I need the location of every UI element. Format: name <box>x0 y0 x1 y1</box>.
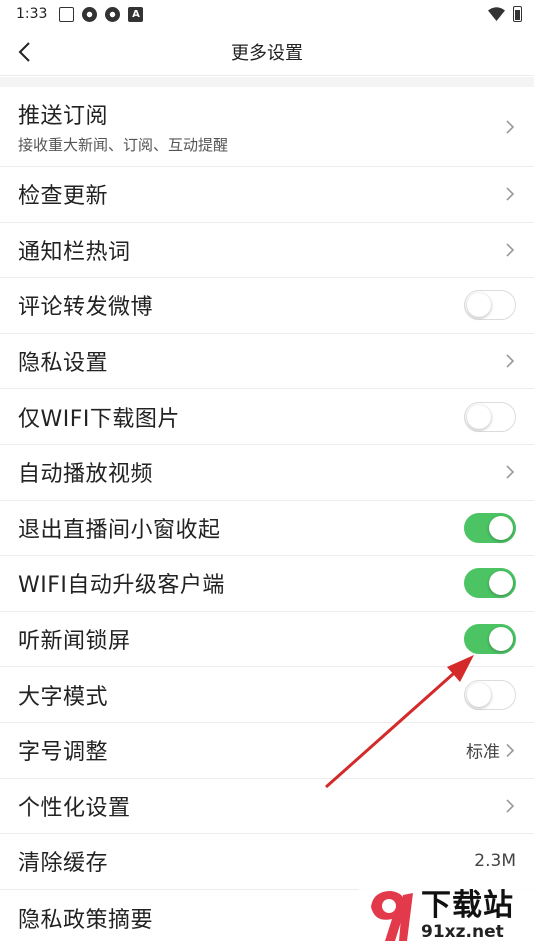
chevron-left-icon <box>18 42 30 62</box>
toggle-knob <box>467 682 491 707</box>
toggle-switch[interactable] <box>464 568 516 599</box>
setting-autoplay-video[interactable]: 自动播放视频 <box>0 445 534 501</box>
setting-label: 退出直播间小窗收起 <box>18 517 221 543</box>
letter-a-icon: A <box>128 6 144 22</box>
setting-label: 隐私政策摘要 <box>18 907 154 933</box>
grid-icon <box>59 6 75 22</box>
setting-value: 标准 <box>466 742 500 763</box>
setting-label: 检查更新 <box>18 184 109 210</box>
setting-check-update[interactable]: 检查更新 <box>0 167 534 223</box>
chevron-right-icon <box>506 799 515 813</box>
page-title: 更多设置 <box>231 42 303 64</box>
setting-label: 字号调整 <box>18 740 109 766</box>
chevron-right-icon <box>506 743 515 757</box>
setting-label: 通知栏热词 <box>18 239 131 265</box>
status-bar: 1:33 A <box>0 0 534 28</box>
setting-label: 仅WIFI下载图片 <box>18 406 180 432</box>
toggle-knob <box>489 515 513 540</box>
watermark: 下载站 91xz.net <box>359 882 534 950</box>
status-time: 1:33 <box>16 6 48 22</box>
setting-comment-weibo: 评论转发微博 <box>0 278 534 334</box>
setting-notification-hotwords[interactable]: 通知栏热词 <box>0 223 534 279</box>
cache-size-value: 2.3M <box>474 851 516 872</box>
clover-icon <box>105 6 121 22</box>
row-control <box>504 241 516 259</box>
chevron-right-icon <box>506 243 515 257</box>
chevron-right-icon <box>506 465 515 479</box>
watermark-url: 91xz.net <box>421 922 514 942</box>
row-control <box>464 401 516 432</box>
setting-label: 清除缓存 <box>18 851 109 877</box>
battery-icon <box>513 6 522 22</box>
setting-font-size[interactable]: 字号调整 标准 <box>0 723 534 779</box>
status-system-icons <box>488 6 522 22</box>
chevron-right-icon <box>506 354 515 368</box>
watermark-text: 下载站 91xz.net <box>421 890 514 942</box>
watermark-logo-icon <box>371 891 413 941</box>
toggle-knob <box>467 293 491 318</box>
setting-label: 听新闻锁屏 <box>18 629 131 655</box>
chevron-right-icon <box>506 187 515 201</box>
row-control <box>504 352 516 370</box>
setting-wifi-auto-upgrade: WIFI自动升级客户端 <box>0 556 534 612</box>
row-control <box>464 290 516 321</box>
toggle-knob <box>489 627 513 652</box>
toggle-switch[interactable] <box>464 512 516 543</box>
setting-personalization[interactable]: 个性化设置 <box>0 779 534 835</box>
row-control <box>464 624 516 655</box>
setting-listen-lockscreen: 听新闻锁屏 <box>0 612 534 668</box>
watermark-cn: 下载站 <box>421 888 514 923</box>
row-control: 标准 <box>466 738 516 763</box>
setting-label: 大字模式 <box>18 684 109 710</box>
nav-bar: 更多设置 <box>0 28 534 76</box>
setting-live-mini-window: 退出直播间小窗收起 <box>0 501 534 557</box>
settings-list: 推送订阅 接收重大新闻、订阅、互动提醒 检查更新 通知栏热词 评论转发微博 隐私… <box>0 87 534 945</box>
toggle-switch[interactable] <box>464 624 516 655</box>
setting-label: 推送订阅 <box>18 104 109 129</box>
setting-label: WIFI自动升级客户端 <box>18 573 225 599</box>
row-control <box>504 797 516 815</box>
row-control <box>464 679 516 710</box>
clover-icon <box>82 6 98 22</box>
toggle-switch[interactable] <box>464 290 516 321</box>
setting-label: 评论转发微博 <box>18 295 154 321</box>
toggle-switch[interactable] <box>464 679 516 710</box>
setting-privacy[interactable]: 隐私设置 <box>0 334 534 390</box>
row-control <box>504 185 516 203</box>
chevron-right-icon <box>506 119 515 134</box>
row-control <box>504 463 516 481</box>
setting-label: 隐私设置 <box>18 351 109 377</box>
setting-subtitle: 接收重大新闻、订阅、互动提醒 <box>18 136 229 154</box>
row-control: 2.3M <box>474 851 516 871</box>
row-control <box>464 568 516 599</box>
toggle-knob <box>489 571 513 596</box>
setting-label: 个性化设置 <box>18 795 131 821</box>
setting-wifi-images: 仅WIFI下载图片 <box>0 389 534 445</box>
wifi-icon <box>488 7 505 21</box>
setting-large-font: 大字模式 <box>0 667 534 723</box>
status-notification-icons: A <box>59 6 144 22</box>
toggle-knob <box>467 404 491 429</box>
section-gap <box>0 77 534 87</box>
row-control <box>464 512 516 543</box>
setting-push-subscription[interactable]: 推送订阅 接收重大新闻、订阅、互动提醒 <box>0 87 534 167</box>
row-control <box>504 118 516 136</box>
setting-label: 自动播放视频 <box>18 462 154 488</box>
toggle-switch[interactable] <box>464 401 516 432</box>
back-button[interactable] <box>8 36 40 68</box>
